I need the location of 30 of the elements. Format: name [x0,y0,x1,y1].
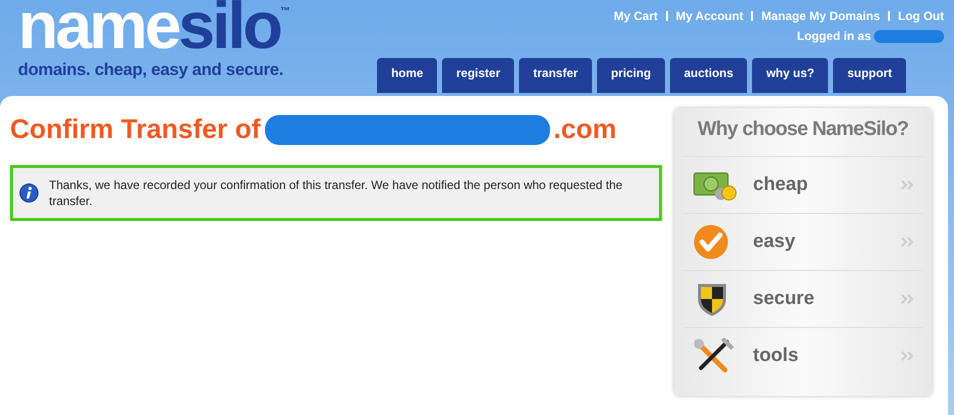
nav-tab[interactable]: home [377,58,438,93]
why-item[interactable]: cheap [683,157,923,214]
why-item[interactable]: easy [683,214,923,271]
notice-text: Thanks, we have recorded your confirmation of this transfer. We have notified the person who requested the transfer. [49,177,624,209]
info-icon [19,183,39,203]
logo-wordmark[interactable]: namesilo [18,0,280,54]
why-item[interactable]: tools [683,328,923,384]
nav-tab[interactable]: auctions [670,58,748,93]
double-chevron-icon [901,180,915,190]
double-chevron-icon [901,237,915,247]
nav-tab[interactable]: transfer [519,58,592,93]
why-item[interactable]: secure [683,271,923,328]
why-title: Why choose NameSilo? [683,108,923,157]
nav-tab[interactable]: support [833,58,906,93]
why-item-label: easy [753,231,796,253]
why-item-label: secure [753,288,816,310]
redaction-mark [874,30,944,42]
double-chevron-icon [901,351,915,361]
logo-tagline: domains. cheap, easy and secure. [18,60,284,80]
heading-text: .com [554,114,617,145]
nav-tab[interactable]: pricing [596,58,665,93]
heading-text: Confirm Transfer of [10,114,261,145]
nav-tab[interactable]: why us? [752,58,828,93]
nav-tab[interactable]: register [442,58,514,93]
why-item-label: cheap [753,174,809,196]
trademark-sign: ™ [280,6,290,17]
why-item-label: tools [753,345,800,367]
tools-icon [693,338,737,374]
logged-in-label: Logged in as [796,29,871,43]
double-chevron-icon [901,294,915,304]
